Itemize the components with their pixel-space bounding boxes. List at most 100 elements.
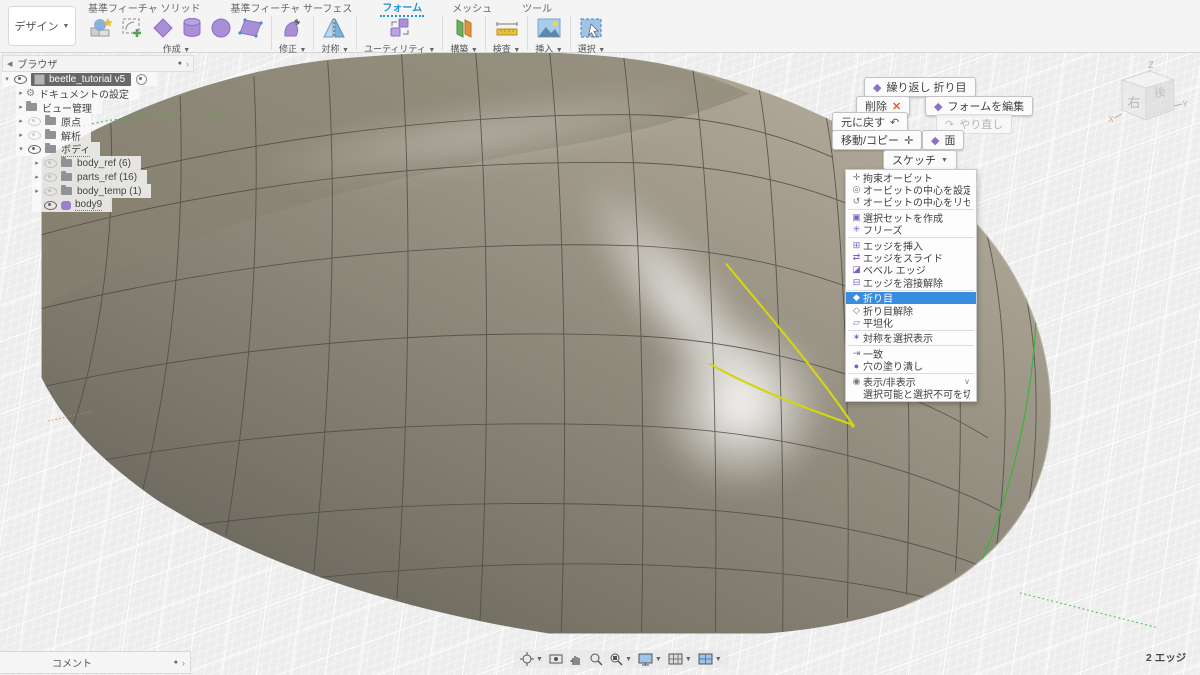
browser-row-body9[interactable]: body9 <box>32 198 113 212</box>
move-copy-button[interactable]: 移動/コピー ✛ <box>832 130 923 150</box>
expander-icon[interactable]: ▸ <box>32 159 42 167</box>
menu-item-flatten[interactable]: ▱ 平坦化 <box>846 316 976 330</box>
menu-item-display-symmetry[interactable]: ✶ 対称を選択表示 <box>846 332 976 345</box>
expander-icon[interactable]: ▸ <box>16 89 26 97</box>
expander-icon[interactable]: ▸ <box>16 131 26 139</box>
expander-icon[interactable]: ▸ <box>16 117 26 125</box>
select-icon[interactable] <box>578 16 604 40</box>
symmetry-icon[interactable] <box>322 16 348 40</box>
browser-row-bodies[interactable]: ▾ ボディ <box>16 142 101 157</box>
menu-item-unweld-edge[interactable]: ⊟ エッジを溶接解除 <box>846 276 976 290</box>
undo-button[interactable]: 元に戻す ↶ <box>832 112 909 132</box>
app-toolbar: デザイン ▼ 基準フィーチャ ソリッド 基準フィーチャ サーフェス フォーム メ… <box>0 0 1200 55</box>
visibility-eye-off-icon[interactable] <box>28 130 41 140</box>
sketch-dropdown-button[interactable]: スケッチ ▼ <box>883 150 957 170</box>
folder-icon <box>45 129 56 139</box>
tab-mesh[interactable]: メッシュ <box>450 0 494 16</box>
freeze-icon: ✳ <box>852 224 861 235</box>
measure-icon[interactable] <box>494 16 520 40</box>
menu-item-reset-orbit-center[interactable]: ↺オービットの中心をリセット <box>846 196 976 209</box>
visibility-eye-icon[interactable] <box>28 144 41 154</box>
fit-button[interactable]: ▼ <box>609 652 632 666</box>
browser-row-body-temp[interactable]: ▸ body_temp (1) <box>32 184 152 198</box>
edit-form-icon[interactable] <box>280 16 306 40</box>
grid-snaps-button[interactable]: ▼ <box>668 652 692 666</box>
panel-opacity-icon[interactable]: ● <box>174 659 178 666</box>
group-construct-dropdown[interactable]: 構築 ▼ <box>450 42 477 55</box>
viewports-icon <box>698 653 713 665</box>
new-form-icon[interactable] <box>89 16 115 40</box>
menu-item-toggle-selectable[interactable]: 選択可能と選択不可を切り替え <box>846 387 976 401</box>
browser-row-doc-settings[interactable]: ▸ ⚙ ドキュメントの設定 <box>16 86 139 101</box>
menu-item-fill-hole[interactable]: ● 穴の塗り潰し <box>846 359 976 374</box>
flatten-icon: ▱ <box>853 316 860 327</box>
visibility-eye-off-icon[interactable] <box>44 172 57 182</box>
box-primitive-icon[interactable] <box>151 16 175 40</box>
tab-solid[interactable]: 基準フィーチャ ソリッド <box>86 0 202 16</box>
ground-axis-green <box>1019 592 1159 629</box>
create-sketch-icon[interactable] <box>120 16 146 40</box>
look-at-button[interactable] <box>549 652 563 666</box>
group-create: 作成 ▼ <box>82 15 271 55</box>
tab-tools[interactable]: ツール <box>520 0 554 16</box>
tab-surface[interactable]: 基準フィーチャ サーフェス <box>228 0 354 16</box>
group-select-dropdown[interactable]: 選択 ▼ <box>578 42 605 55</box>
browser-row-body-ref[interactable]: ▸ body_ref (6) <box>32 156 141 170</box>
menu-item-freeze[interactable]: ✳ フリーズ <box>846 224 976 237</box>
group-modify: 修正 ▼ <box>272 15 313 55</box>
browser-row-root[interactable]: ▾ beetle_tutorial v5 <box>2 72 158 86</box>
pan-button[interactable] <box>569 652 583 666</box>
insert-image-icon[interactable] <box>536 16 562 40</box>
repeat-crease-button[interactable]: ◆ 繰り返し 折り目 <box>864 77 976 97</box>
expander-icon[interactable]: ▸ <box>32 187 42 195</box>
expander-icon[interactable]: ▾ <box>16 145 26 153</box>
viewports-button[interactable]: ▼ <box>698 652 722 666</box>
activate-radio[interactable] <box>136 73 148 85</box>
visibility-eye-icon[interactable] <box>14 74 27 84</box>
browser-row-analysis[interactable]: ▸ 解析 <box>16 128 91 143</box>
visibility-eye-icon[interactable] <box>44 200 57 210</box>
design-workspace-dropdown[interactable]: デザイン ▼ <box>8 6 76 46</box>
orbit-tool-button[interactable]: ▼ <box>520 652 543 666</box>
group-create-dropdown[interactable]: 作成 ▼ <box>163 42 190 55</box>
construct-icon[interactable] <box>452 16 476 40</box>
cylinder-primitive-icon[interactable] <box>180 16 204 40</box>
utilities-icon[interactable] <box>387 16 413 40</box>
expander-icon[interactable]: ▸ <box>32 173 42 181</box>
group-utilities-dropdown[interactable]: ユーティリティ ▼ <box>364 42 435 55</box>
plane-primitive-icon[interactable] <box>238 16 264 40</box>
context-menu: ✛拘束オービット ◎オービットの中心を設定 ↺オービットの中心をリセット ▣選択… <box>845 169 977 402</box>
sphere-primitive-icon[interactable] <box>209 16 233 40</box>
folder-icon <box>26 101 37 111</box>
group-inspect-dropdown[interactable]: 検査 ▼ <box>493 42 520 55</box>
match-icon: ⇥ <box>852 347 861 358</box>
folder-icon <box>61 171 72 181</box>
expander-icon[interactable]: ▸ <box>16 103 26 111</box>
visibility-eye-off-icon[interactable] <box>44 186 57 196</box>
edit-form-button[interactable]: ◆ フォームを編集 <box>925 96 1034 116</box>
group-insert-dropdown[interactable]: 挿入 ▼ <box>535 42 562 55</box>
viewcube[interactable]: Z 右 後 Y X <box>1106 58 1188 143</box>
expander-icon[interactable]: ▾ <box>2 75 12 83</box>
panel-opacity-icon[interactable]: ● <box>178 60 182 67</box>
collapse-panel-icon[interactable]: ◀ <box>7 60 12 68</box>
zoom-button[interactable] <box>589 652 603 666</box>
browser-panel-header[interactable]: ◀ ブラウザ ● › <box>2 55 194 72</box>
browser-row-origin[interactable]: ▸ 原点 <box>16 114 91 129</box>
visibility-eye-off-icon[interactable] <box>28 116 41 126</box>
group-symmetry-dropdown[interactable]: 対称 ▼ <box>321 42 348 55</box>
browser-row-parts-ref[interactable]: ▸ parts_ref (16) <box>32 170 148 184</box>
group-insert: 挿入 ▼ <box>528 15 569 55</box>
move-cross-icon: ✛ <box>904 134 914 147</box>
face-button[interactable]: ◆ 面 <box>922 130 965 150</box>
axis-z-label: Z <box>1148 60 1154 70</box>
visibility-eye-off-icon[interactable] <box>44 158 57 168</box>
browser-row-named-views[interactable]: ▸ ビュー管理 <box>16 100 102 115</box>
group-modify-dropdown[interactable]: 修正 ▼ <box>279 42 306 55</box>
panel-scroll-icon[interactable]: › <box>186 59 189 69</box>
panel-expand-icon[interactable]: › <box>182 658 185 668</box>
comment-panel[interactable]: コメント ● › <box>0 651 191 674</box>
group-utilities: ユーティリティ ▼ <box>357 15 442 55</box>
chevron-down-icon: ▼ <box>941 156 948 164</box>
display-settings-button[interactable]: ▼ <box>638 652 662 666</box>
